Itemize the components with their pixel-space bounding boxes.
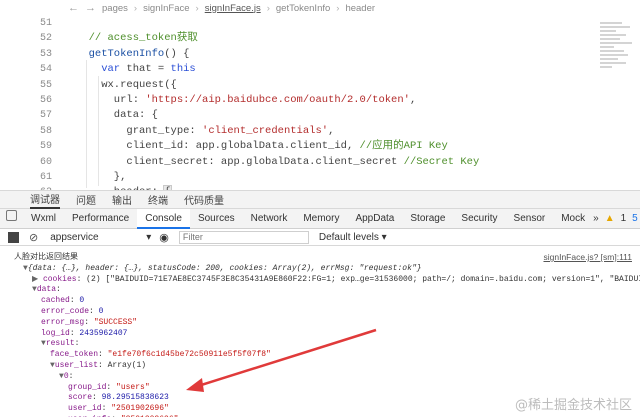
annotation-arrow — [186, 328, 377, 392]
annotation-arrow-head — [186, 378, 204, 392]
watermark: @稀土掘金技术社区 — [514, 398, 632, 413]
annotation-arrow-line — [197, 328, 377, 388]
